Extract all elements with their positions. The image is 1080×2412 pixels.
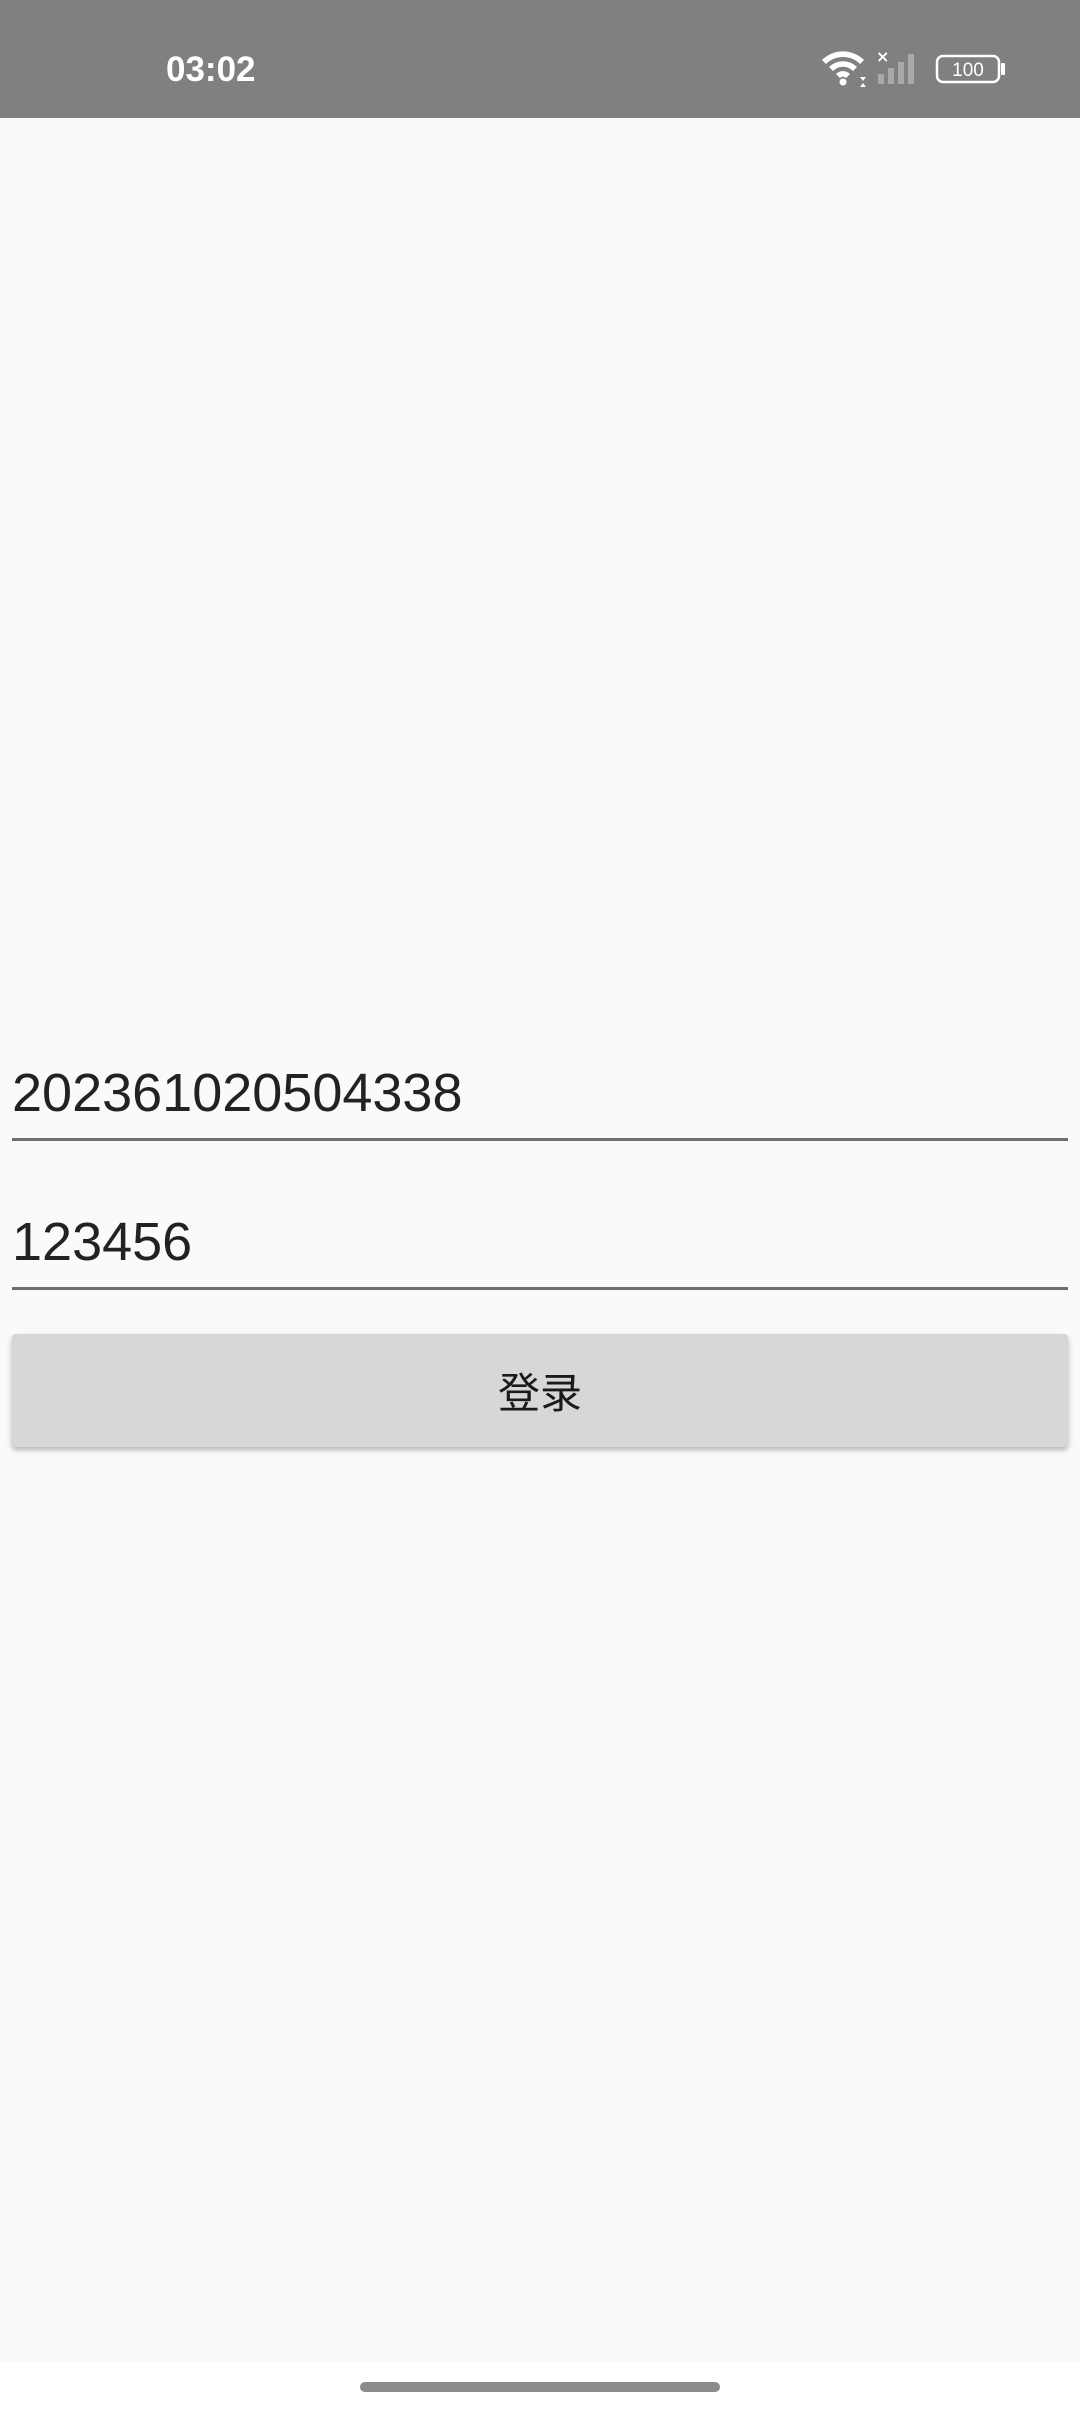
login-button-label: 登录 (497, 1369, 582, 1418)
battery-level: 100 (952, 60, 984, 81)
home-indicator[interactable] (360, 2382, 720, 2392)
navigation-bar (0, 2362, 1080, 2412)
status-icons: × 100 (816, 46, 1016, 90)
login-button[interactable]: 登录 (12, 1334, 1068, 1447)
signal-no-service-icon: × (876, 47, 914, 84)
account-input[interactable] (12, 1048, 1068, 1138)
password-input[interactable] (12, 1197, 1068, 1287)
svg-text:×: × (876, 47, 889, 66)
battery-icon: 100 (935, 54, 1005, 84)
status-time: 03:02 (166, 50, 256, 89)
status-bar: 03:02 × 100 (0, 0, 1080, 118)
account-field[interactable] (12, 1048, 1068, 1141)
wifi-icon (822, 51, 866, 87)
password-field[interactable] (12, 1197, 1068, 1290)
